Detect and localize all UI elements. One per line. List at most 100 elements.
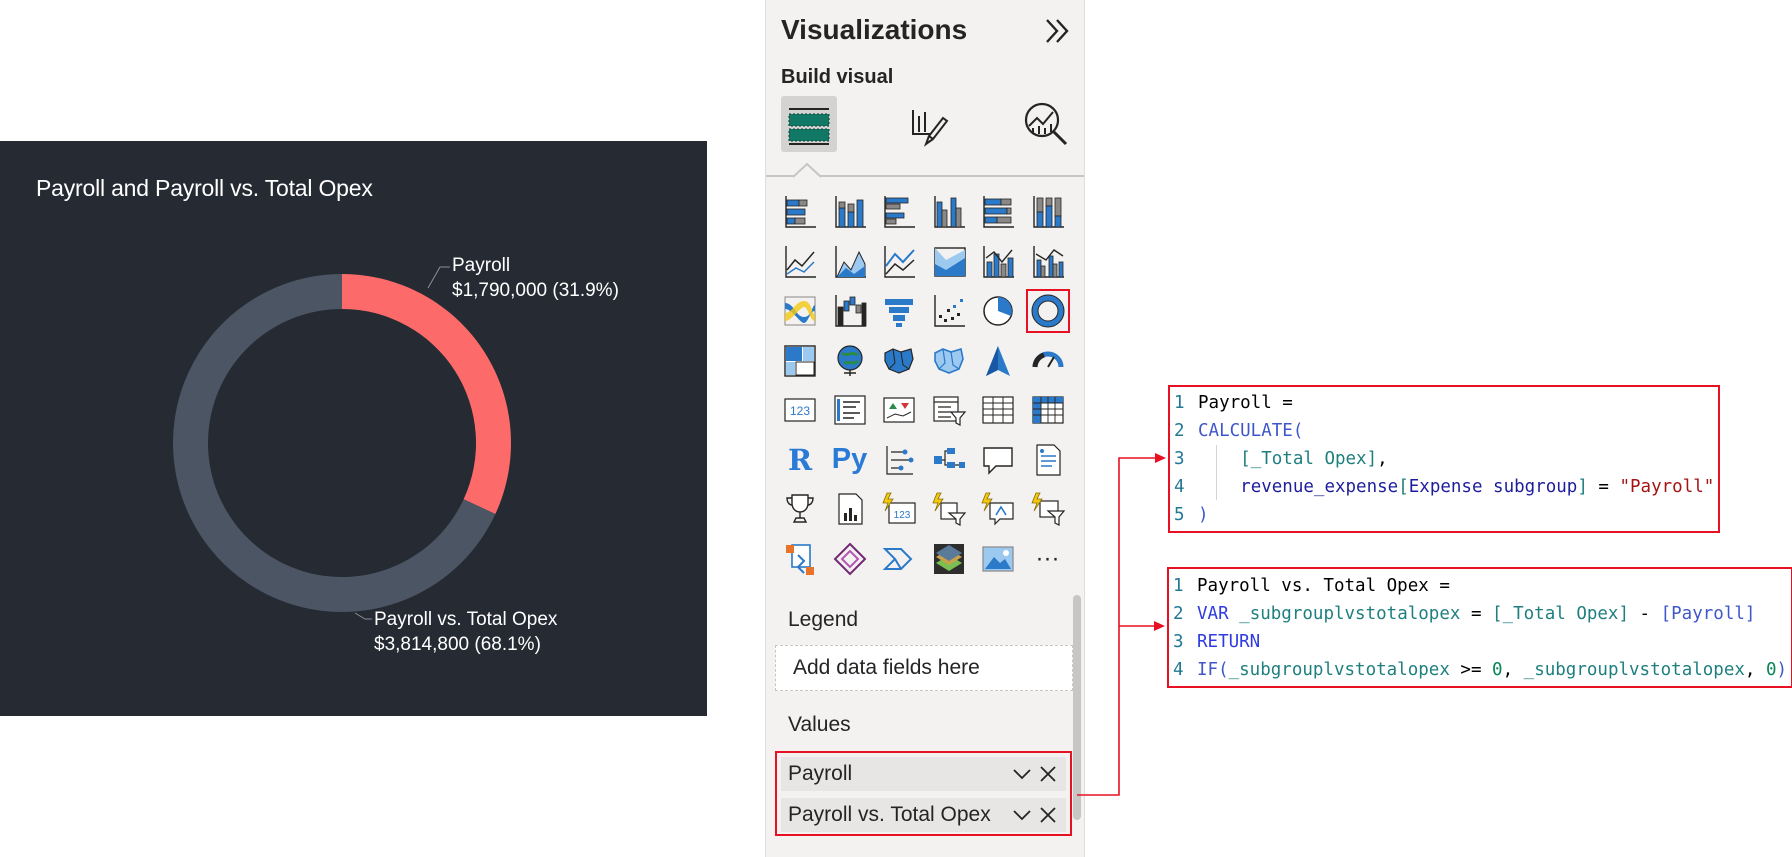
code-line: 2 CALCULATE( bbox=[1170, 417, 1303, 445]
payroll-vs-total-opex-measure-code: 1 Payroll vs. Total Opex = 2 VAR _subgroupl… bbox=[1167, 567, 1792, 688]
scatter-chart-icon[interactable] bbox=[927, 289, 971, 333]
line-chart-icon[interactable] bbox=[778, 240, 822, 284]
power-automate-slicer-icon[interactable] bbox=[927, 487, 971, 531]
table-icon[interactable] bbox=[976, 388, 1020, 432]
donut-chart-visual[interactable]: Payroll and Payroll vs. Total Opex Payro… bbox=[0, 141, 707, 716]
clustered-column-chart-icon[interactable] bbox=[927, 190, 971, 234]
line-number: 3 bbox=[1173, 632, 1184, 652]
code-token: revenue_expense bbox=[1240, 477, 1399, 497]
waterfall-chart-icon[interactable] bbox=[828, 289, 872, 333]
python-visual-icon[interactable]: Py bbox=[828, 438, 872, 482]
svg-text:123: 123 bbox=[894, 510, 911, 521]
stacked-bar-chart-icon[interactable] bbox=[778, 190, 822, 234]
smart-narrative-icon[interactable] bbox=[1026, 438, 1070, 482]
paginated-report-icon[interactable] bbox=[828, 487, 872, 531]
decomposition-tree-icon[interactable] bbox=[927, 438, 971, 482]
key-influencers-icon[interactable] bbox=[877, 438, 921, 482]
data-label-vs-value: $3,814,800 (68.1%) bbox=[374, 634, 541, 655]
visual-type-gallery: 123 R Py 123 ··· bbox=[778, 190, 1078, 586]
code-line: 4 IF(_subgrouplvstotalopex >= 0, _subgrou… bbox=[1169, 656, 1787, 684]
power-automate-filter-icon[interactable] bbox=[1026, 487, 1070, 531]
line-number: 2 bbox=[1173, 604, 1184, 624]
funnel-chart-icon[interactable] bbox=[877, 289, 921, 333]
code-token: IF( bbox=[1197, 660, 1229, 680]
build-visual-icon[interactable] bbox=[781, 96, 837, 152]
pane-scrollbar[interactable] bbox=[1073, 595, 1081, 820]
metrics-icon[interactable] bbox=[778, 487, 822, 531]
donut-chart-icon[interactable] bbox=[1025, 289, 1070, 333]
code-token: 0 bbox=[1766, 660, 1777, 680]
matrix-icon[interactable] bbox=[1026, 388, 1070, 432]
chevron-down-icon[interactable] bbox=[1012, 764, 1032, 784]
code-token: "Payroll" bbox=[1619, 477, 1715, 497]
data-label-payroll-value: $1,790,000 (31.9%) bbox=[452, 280, 619, 301]
filled-map-icon[interactable] bbox=[877, 339, 921, 383]
python-visual-text: Py bbox=[831, 443, 868, 475]
qna-icon[interactable] bbox=[976, 438, 1020, 482]
donut-chart-canvas bbox=[172, 266, 511, 620]
map-icon[interactable] bbox=[828, 339, 872, 383]
code-token: _subgrouplvstotalopex bbox=[1239, 604, 1461, 624]
data-label-payroll: Payroll $1,790,000 (31.9%) bbox=[452, 253, 619, 303]
pane-title: Visualizations bbox=[781, 14, 968, 45]
analytics-icon[interactable] bbox=[1017, 96, 1073, 152]
code-token: - bbox=[1629, 604, 1661, 624]
image-visual-icon[interactable] bbox=[976, 537, 1020, 581]
r-visual-icon[interactable]: R bbox=[778, 438, 822, 482]
close-icon[interactable] bbox=[1038, 805, 1058, 825]
code-token: = bbox=[1587, 477, 1620, 497]
100-stacked-area-chart-icon[interactable] bbox=[927, 240, 971, 284]
card-icon[interactable]: 123 bbox=[778, 388, 822, 432]
custom-visual-1-icon[interactable] bbox=[778, 537, 822, 581]
line-number: 1 bbox=[1174, 393, 1185, 413]
code-line: 2 VAR _subgrouplvstotalopex = [_Total Ope… bbox=[1169, 600, 1755, 628]
donut-slice-payroll[interactable] bbox=[342, 274, 511, 514]
shape-map-icon[interactable] bbox=[927, 339, 971, 383]
chevron-down-icon[interactable] bbox=[1012, 805, 1032, 825]
more-visuals-icon[interactable]: ··· bbox=[1026, 537, 1070, 581]
arrowhead-icon bbox=[1154, 621, 1165, 631]
field-wells: Legend Add data fields here Values Payro… bbox=[766, 595, 1084, 857]
power-apps-icon[interactable] bbox=[828, 537, 872, 581]
clustered-bar-chart-icon[interactable] bbox=[877, 190, 921, 234]
power-automate-qa-icon[interactable] bbox=[976, 487, 1020, 531]
100-stacked-column-chart-icon[interactable] bbox=[1026, 190, 1070, 234]
azure-map-icon[interactable] bbox=[976, 339, 1020, 383]
code-token: = bbox=[1460, 604, 1493, 624]
stacked-column-chart-icon[interactable] bbox=[828, 190, 872, 234]
stacked-area-chart-icon[interactable] bbox=[877, 240, 921, 284]
multi-row-card-icon[interactable] bbox=[828, 388, 872, 432]
100-stacked-bar-chart-icon[interactable] bbox=[976, 190, 1020, 234]
data-label-payroll-vs-total-opex: Payroll vs. Total Opex $3,814,800 (68.1%… bbox=[374, 607, 557, 657]
area-chart-icon[interactable] bbox=[828, 240, 872, 284]
code-token: [Payroll] bbox=[1660, 604, 1756, 624]
format-visual-icon[interactable] bbox=[899, 96, 955, 152]
leader-line-payroll-vs bbox=[354, 612, 372, 620]
slicer-icon[interactable] bbox=[927, 388, 971, 432]
line-and-clustered-column-chart-icon[interactable] bbox=[1026, 240, 1070, 284]
gauge-icon[interactable] bbox=[1026, 339, 1070, 383]
code-line: 4 revenue_expense[Expense subgroup] = "P… bbox=[1170, 473, 1714, 501]
line-number: 4 bbox=[1173, 660, 1184, 680]
data-label-vs-name: Payroll vs. Total Opex bbox=[374, 609, 558, 630]
code-token: Expense subgroup bbox=[1408, 477, 1578, 497]
value-field-payroll[interactable]: Payroll bbox=[781, 757, 1066, 791]
kpi-icon[interactable] bbox=[877, 388, 921, 432]
power-automate-icon[interactable] bbox=[877, 537, 921, 581]
ribbon-chart-icon[interactable] bbox=[778, 289, 822, 333]
power-automate-card-icon[interactable]: 123 bbox=[877, 487, 921, 531]
code-line: 5) bbox=[1170, 501, 1209, 529]
line-and-stacked-column-chart-icon[interactable] bbox=[976, 240, 1020, 284]
value-field-payroll-vs-total-opex[interactable]: Payroll vs. Total Opex bbox=[781, 798, 1066, 832]
arrowhead-icon bbox=[1155, 453, 1166, 463]
close-icon[interactable] bbox=[1038, 764, 1058, 784]
treemap-icon[interactable] bbox=[778, 339, 822, 383]
pie-chart-icon[interactable] bbox=[976, 289, 1020, 333]
double-chevron-right-icon[interactable] bbox=[1040, 14, 1074, 48]
legend-drop-zone[interactable]: Add data fields here bbox=[775, 645, 1073, 691]
legend-well-label: Legend bbox=[788, 608, 859, 631]
arcgis-map-icon[interactable] bbox=[927, 537, 971, 581]
code-token: [ bbox=[1398, 477, 1409, 497]
value-field-label: Payroll bbox=[788, 762, 853, 785]
